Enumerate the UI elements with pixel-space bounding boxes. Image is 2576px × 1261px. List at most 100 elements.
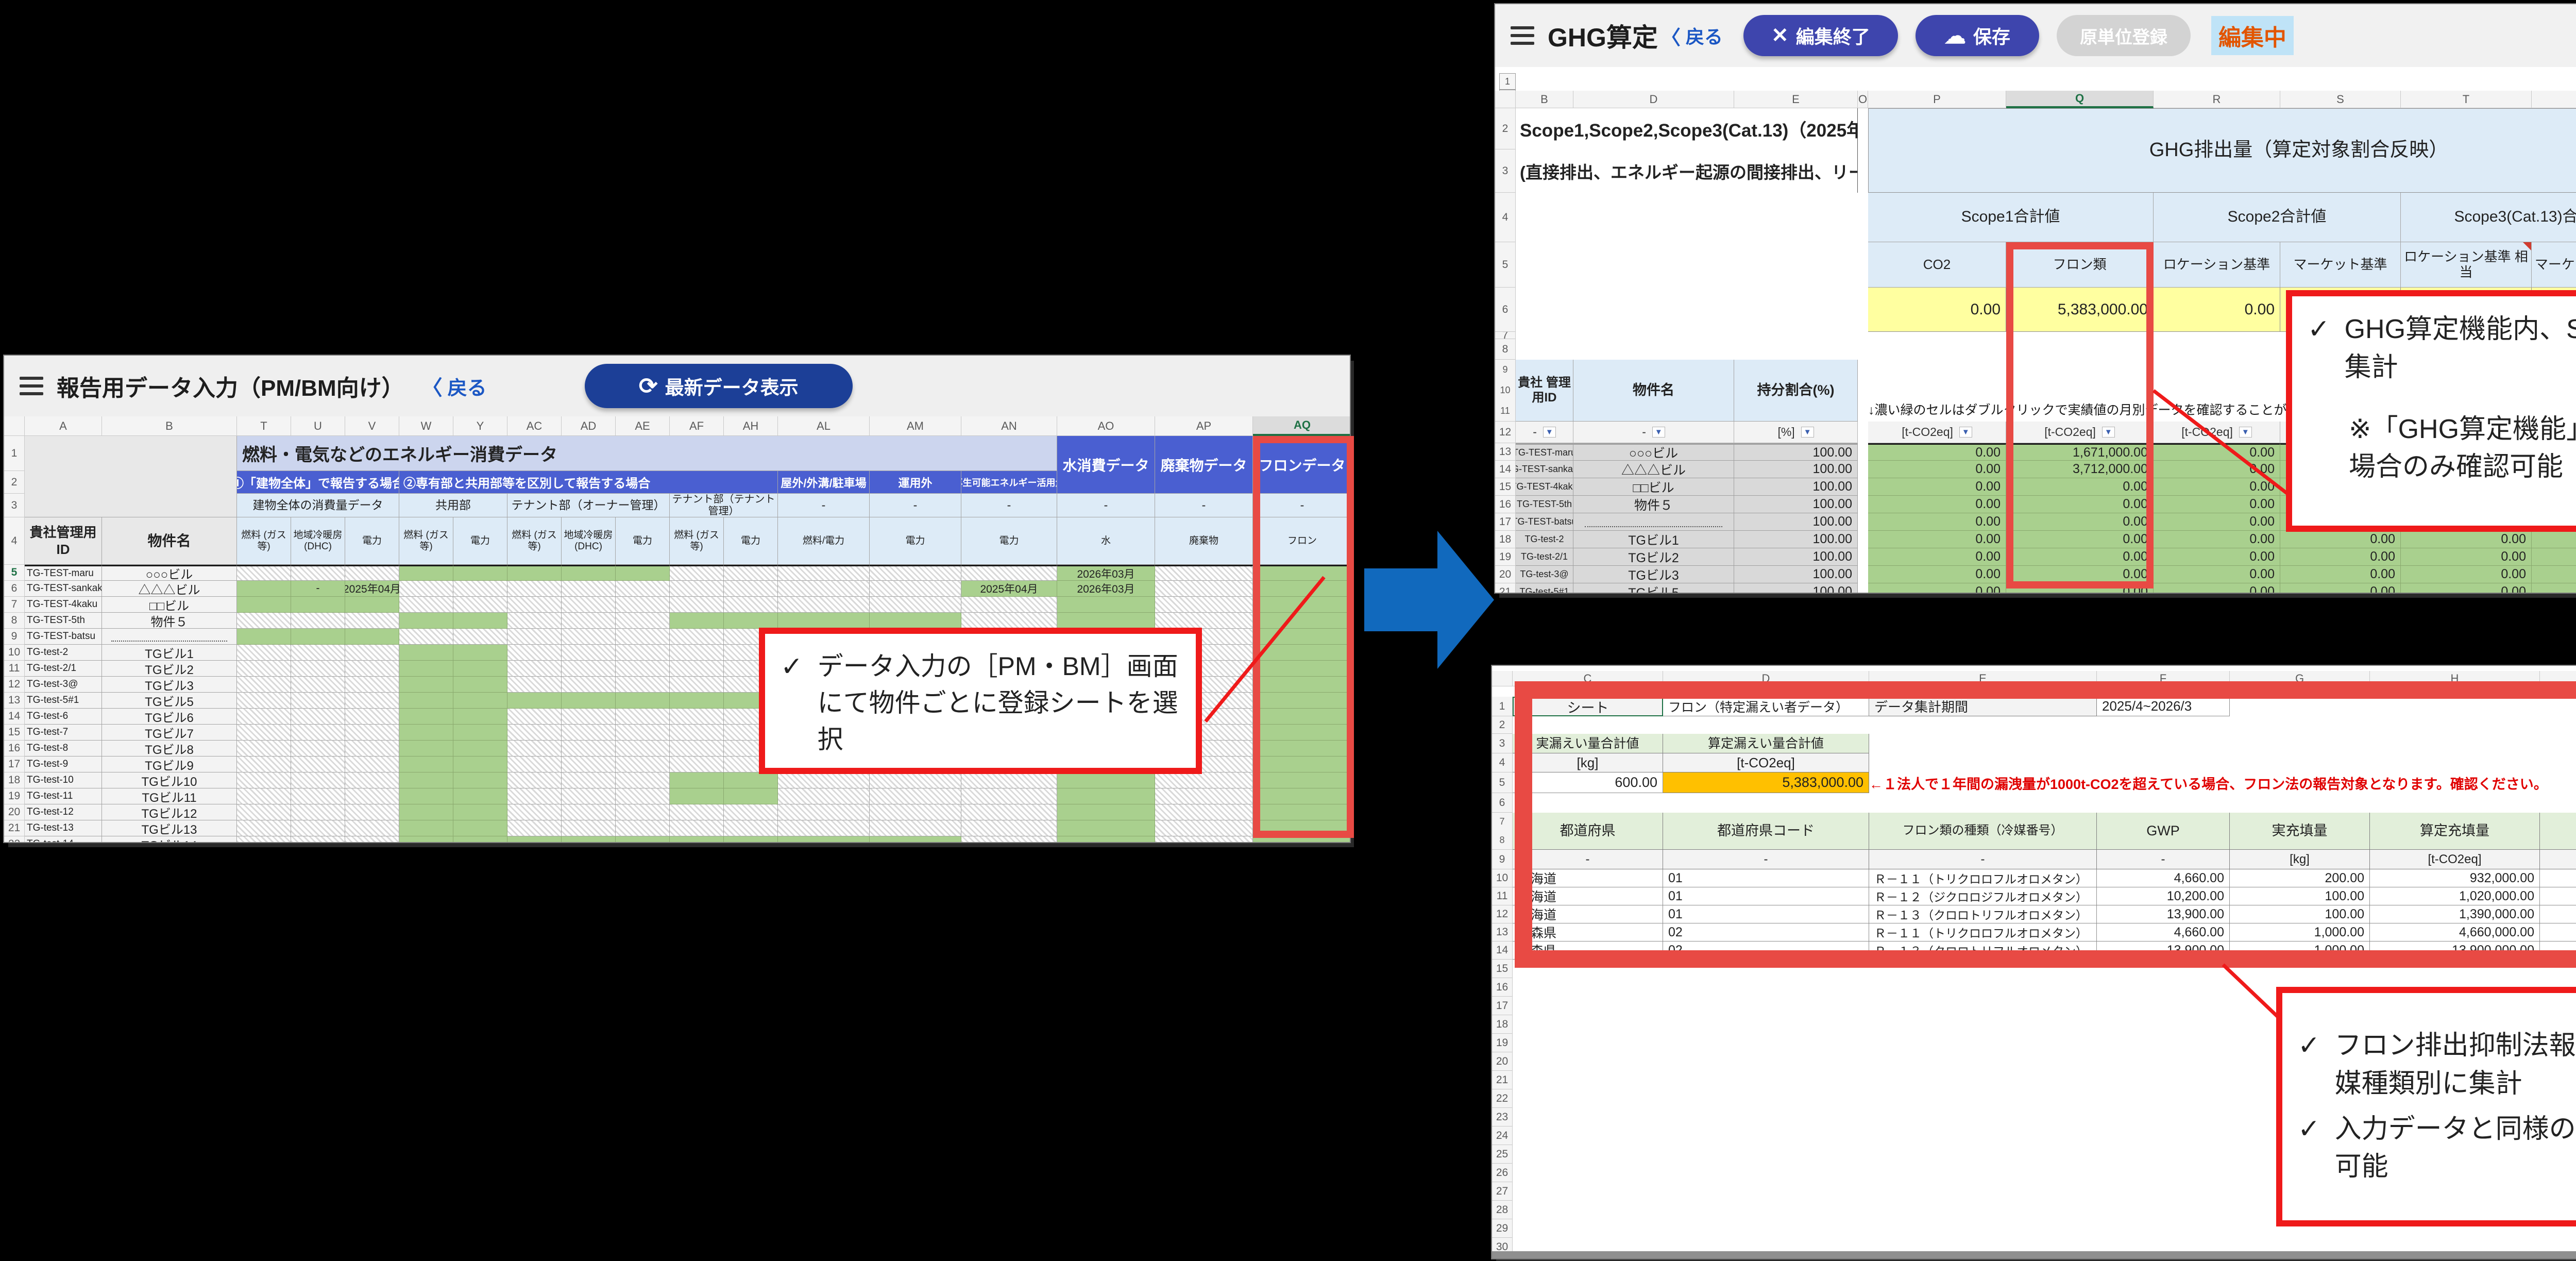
data-cell[interactable] bbox=[562, 597, 616, 613]
property-name-cell[interactable]: TGビル2 bbox=[1573, 548, 1734, 566]
data-cell[interactable] bbox=[399, 629, 453, 645]
emission-value-cell[interactable]: 0.00 bbox=[2280, 566, 2401, 583]
data-cell[interactable] bbox=[507, 741, 562, 756]
emission-value-cell[interactable]: 0.00 bbox=[1868, 583, 2006, 593]
emission-value-cell[interactable]: 0.00 bbox=[2401, 548, 2532, 566]
property-name-cell[interactable]: ○○○ビル bbox=[1573, 443, 1734, 461]
data-cell[interactable] bbox=[1057, 820, 1155, 836]
row-number[interactable]: 22 bbox=[1492, 1089, 1513, 1108]
emission-value-cell[interactable]: 0.00 bbox=[2532, 548, 2576, 566]
data-cell[interactable] bbox=[778, 836, 870, 842]
data-cell[interactable] bbox=[670, 597, 724, 613]
data-cell[interactable] bbox=[237, 836, 291, 842]
data-cell[interactable] bbox=[453, 788, 507, 804]
back-link[interactable]: 戻る bbox=[1686, 22, 1723, 49]
row-number[interactable]: 15 bbox=[4, 725, 25, 741]
data-cell[interactable] bbox=[453, 741, 507, 756]
data-cell[interactable] bbox=[291, 613, 345, 629]
data-cell[interactable] bbox=[616, 565, 670, 581]
data-cell[interactable] bbox=[237, 820, 291, 836]
data-cell[interactable] bbox=[399, 597, 453, 613]
data-cell[interactable] bbox=[562, 836, 616, 842]
data-cell[interactable] bbox=[237, 756, 291, 772]
data-cell[interactable] bbox=[961, 820, 1057, 836]
row-number[interactable]: 13 bbox=[1495, 443, 1516, 461]
row-number[interactable]: 3 bbox=[4, 494, 25, 517]
share-cell[interactable]: 100.00 bbox=[1734, 461, 1858, 478]
column-letter[interactable]: B bbox=[102, 416, 237, 436]
data-cell[interactable] bbox=[453, 820, 507, 836]
emission-value-cell[interactable]: 0.00 bbox=[2154, 478, 2280, 496]
emission-value-cell[interactable]: 0.00 bbox=[2154, 566, 2280, 583]
emission-value-cell[interactable]: 0.00 bbox=[2154, 531, 2280, 548]
data-cell[interactable] bbox=[237, 661, 291, 677]
data-cell[interactable] bbox=[961, 597, 1057, 613]
data-cell[interactable] bbox=[237, 581, 291, 597]
row-number[interactable]: 17 bbox=[1495, 513, 1516, 531]
data-cell[interactable] bbox=[399, 677, 453, 693]
data-cell[interactable] bbox=[961, 613, 1057, 629]
data-cell[interactable] bbox=[778, 613, 870, 629]
emission-value-cell[interactable]: 0.00 bbox=[2532, 531, 2576, 548]
data-cell[interactable] bbox=[345, 693, 399, 709]
data-cell[interactable] bbox=[724, 581, 778, 597]
row-number[interactable]: 23 bbox=[1492, 1108, 1513, 1127]
property-id-cell[interactable]: TG-test-10 bbox=[25, 772, 102, 788]
data-cell[interactable] bbox=[616, 788, 670, 804]
data-cell[interactable] bbox=[616, 581, 670, 597]
row-number[interactable]: 6 bbox=[1492, 793, 1513, 813]
data-cell[interactable] bbox=[670, 613, 724, 629]
property-name-cell[interactable]: TGビル3 bbox=[1573, 566, 1734, 583]
row-number[interactable]: 78 bbox=[1492, 813, 1513, 850]
property-id-cell[interactable]: TG-test-2 bbox=[25, 645, 102, 661]
data-cell[interactable] bbox=[724, 836, 778, 842]
property-name-cell[interactable]: ○○○ビル bbox=[102, 565, 237, 581]
data-cell[interactable] bbox=[399, 581, 453, 597]
data-cell[interactable] bbox=[453, 677, 507, 693]
row-number[interactable]: 16 bbox=[4, 741, 25, 756]
data-cell[interactable] bbox=[961, 804, 1057, 820]
data-cell[interactable] bbox=[399, 709, 453, 725]
data-cell[interactable] bbox=[345, 741, 399, 756]
data-cell[interactable] bbox=[345, 709, 399, 725]
data-cell[interactable] bbox=[399, 772, 453, 788]
property-name-cell[interactable]: TGビル13 bbox=[102, 820, 237, 836]
data-cell[interactable] bbox=[724, 820, 778, 836]
data-cell[interactable]: 2026年03月 bbox=[1057, 565, 1155, 581]
column-letter[interactable]: W bbox=[399, 416, 453, 436]
column-letter[interactable]: E bbox=[1734, 91, 1858, 108]
data-cell[interactable] bbox=[237, 645, 291, 661]
emission-value-cell[interactable]: 0.00 bbox=[2401, 566, 2532, 583]
data-cell[interactable] bbox=[399, 645, 453, 661]
data-cell[interactable] bbox=[670, 772, 724, 788]
row-number[interactable]: 15 bbox=[1492, 960, 1513, 978]
data-cell[interactable] bbox=[616, 772, 670, 788]
property-name-cell[interactable]: TGビル9 bbox=[102, 756, 237, 772]
property-id-cell[interactable]: TG-test-3@ bbox=[25, 677, 102, 693]
data-cell[interactable] bbox=[237, 629, 291, 645]
row-number[interactable]: 29 bbox=[1492, 1219, 1513, 1238]
data-cell[interactable] bbox=[562, 677, 616, 693]
row-number[interactable]: 21 bbox=[1495, 583, 1516, 593]
data-cell[interactable] bbox=[453, 709, 507, 725]
property-name-cell[interactable] bbox=[102, 629, 237, 645]
data-cell[interactable] bbox=[237, 804, 291, 820]
row-number[interactable]: 12 bbox=[1492, 905, 1513, 923]
property-name-cell[interactable]: TGビル12 bbox=[102, 804, 237, 820]
property-name-cell[interactable]: TGビル3 bbox=[102, 677, 237, 693]
column-letter[interactable]: R bbox=[2154, 91, 2280, 108]
data-cell[interactable] bbox=[670, 725, 724, 741]
save-button[interactable]: ☁ 保存 bbox=[1916, 15, 2039, 56]
data-cell[interactable] bbox=[237, 597, 291, 613]
row-number[interactable]: 5 bbox=[1492, 772, 1513, 793]
share-cell[interactable]: 100.00 bbox=[1734, 583, 1858, 593]
emission-value-cell[interactable]: 0.00 bbox=[1868, 531, 2006, 548]
dropdown-icon[interactable]: ▼ bbox=[1959, 427, 1972, 438]
row-number[interactable]: 26 bbox=[1492, 1164, 1513, 1182]
data-cell[interactable] bbox=[670, 677, 724, 693]
row-number[interactable]: 3 bbox=[1495, 149, 1516, 193]
data-cell[interactable] bbox=[237, 677, 291, 693]
data-cell[interactable] bbox=[345, 645, 399, 661]
data-cell[interactable] bbox=[616, 597, 670, 613]
data-cell[interactable] bbox=[237, 772, 291, 788]
